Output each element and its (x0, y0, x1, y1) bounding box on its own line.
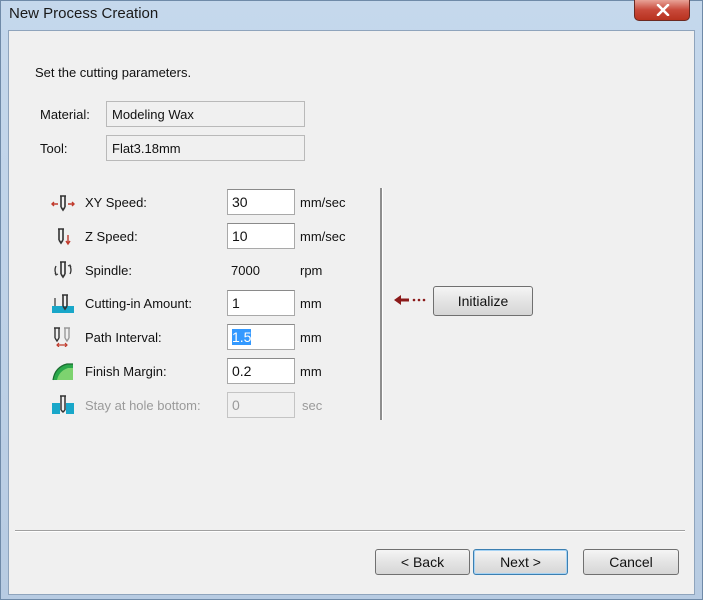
xy-speed-icon (51, 195, 75, 212)
spindle-label: Spindle: (85, 263, 132, 278)
cutting-in-label: Cutting-in Amount: (85, 296, 192, 311)
z-speed-label: Z Speed: (85, 229, 138, 244)
dialog-body: Set the cutting parameters. Material: Mo… (8, 30, 695, 595)
material-label: Material: (40, 107, 90, 122)
cutting-in-input[interactable]: 1 (227, 290, 295, 316)
instruction-text: Set the cutting parameters. (35, 65, 192, 80)
dialog-window: New Process Creation Set the cutting par… (0, 0, 703, 600)
finish-margin-input[interactable]: 0.2 (227, 358, 295, 384)
arrow-left-icon (394, 295, 426, 305)
spindle-icon (54, 261, 72, 279)
close-icon (656, 4, 670, 16)
cancel-button[interactable]: Cancel (583, 549, 679, 575)
tool-value: Flat3.18mm (106, 135, 305, 161)
window-title: New Process Creation (9, 5, 159, 22)
next-button[interactable]: Next > (473, 549, 568, 575)
cutting-in-icon (52, 294, 74, 313)
material-value: Modeling Wax (106, 101, 305, 127)
tool-label: Tool: (40, 141, 68, 156)
spindle-unit: rpm (300, 263, 323, 278)
initialize-button[interactable]: Initialize (433, 286, 533, 316)
horizontal-separator (15, 530, 685, 532)
z-speed-unit: mm/sec (300, 229, 346, 244)
xy-speed-unit: mm/sec (300, 195, 346, 210)
finish-margin-unit: mm (300, 364, 322, 379)
path-interval-icon (54, 327, 70, 347)
back-button[interactable]: < Back (375, 549, 470, 575)
xy-speed-label: XY Speed: (85, 195, 147, 210)
vertical-separator (380, 188, 383, 420)
cutting-in-unit: mm (300, 296, 322, 311)
spindle-value: 7000 (231, 263, 260, 278)
z-speed-input[interactable]: 10 (227, 223, 295, 249)
path-interval-input[interactable]: 1.5 (227, 324, 295, 350)
path-interval-unit: mm (300, 330, 322, 345)
stay-hole-label: Stay at hole bottom: (85, 398, 201, 413)
xy-speed-input[interactable]: 30 (227, 189, 295, 215)
finish-margin-icon (52, 363, 73, 381)
close-button[interactable] (634, 0, 690, 21)
path-interval-selection: 1.5 (232, 329, 252, 345)
stay-hole-input[interactable]: 0 (227, 392, 295, 418)
hole-bottom-icon (52, 395, 74, 414)
z-speed-icon (58, 228, 71, 246)
finish-margin-label: Finish Margin: (85, 364, 167, 379)
path-interval-label: Path Interval: (85, 330, 162, 345)
stay-hole-unit: sec (302, 398, 323, 413)
